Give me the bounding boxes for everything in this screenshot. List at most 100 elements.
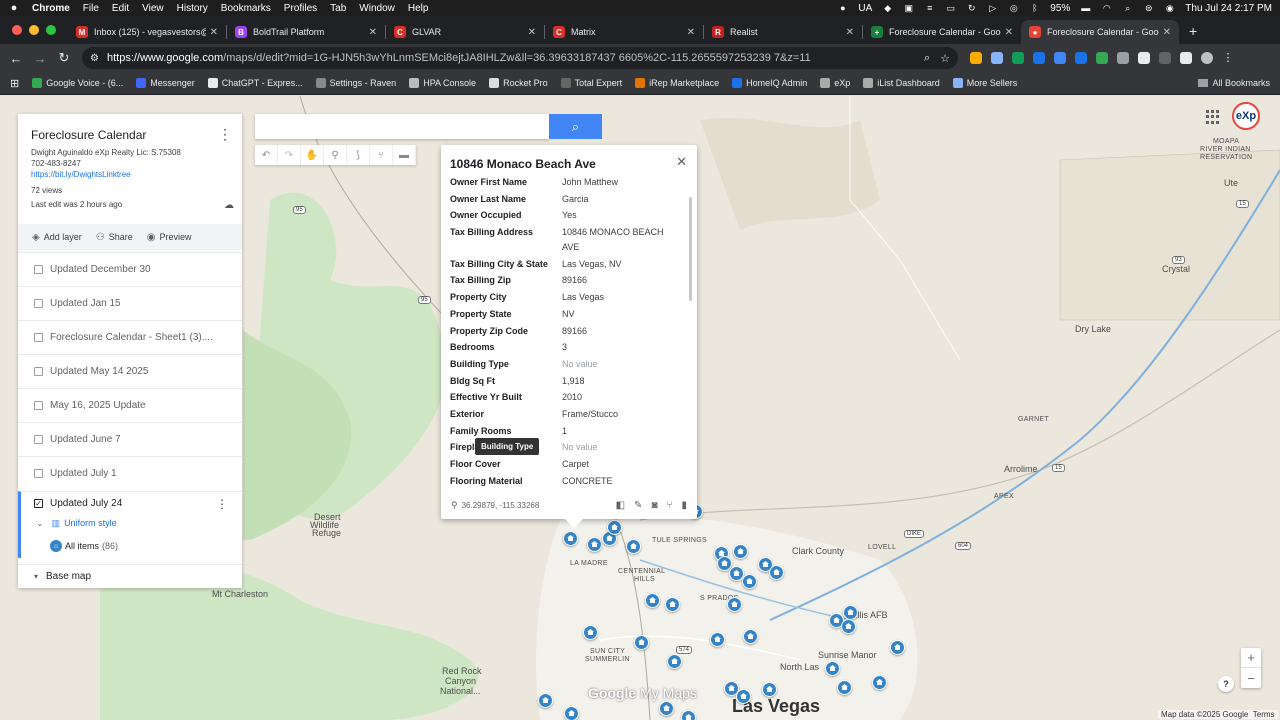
puzzle-icon[interactable] [1138,52,1150,64]
camera-icon[interactable]: ◙ [651,500,657,511]
property-marker-icon[interactable] [743,629,758,644]
zoom-window-button[interactable] [46,25,56,35]
popup-scrollbar[interactable] [689,197,692,301]
directions-icon[interactable]: ⑂ [370,145,393,165]
property-marker-icon[interactable] [825,661,840,676]
close-tab-icon[interactable]: ✕ [210,27,218,38]
site-info-icon[interactable]: ⚙ [90,53,99,64]
profile-avatar-icon[interactable] [1201,52,1213,64]
delete-icon[interactable]: ▮ [681,500,687,511]
extension-icon[interactable] [1012,52,1024,64]
preview-button[interactable]: ◉ Preview [147,232,192,243]
property-marker-icon[interactable] [645,593,660,608]
close-icon[interactable]: ✕ [676,154,687,170]
bookmark-item[interactable]: iRep Marketplace [635,78,719,88]
style-paint-icon[interactable]: ◧ [616,500,625,511]
extension-icon[interactable] [1096,52,1108,64]
more-options-icon[interactable]: ⋮ [218,126,232,143]
property-marker-icon[interactable] [733,544,748,559]
layer-item[interactable]: Updated July 1 [18,456,242,489]
extension-icon[interactable] [1075,52,1087,64]
property-marker-icon[interactable] [841,619,856,634]
browser-tab[interactable]: ● Foreclosure Calendar - Goog ✕ [1021,20,1179,44]
account-avatar[interactable]: eXp [1232,102,1260,130]
add-marker-icon[interactable]: ⚲ [324,145,347,165]
zoom-in-button[interactable]: + [1241,648,1261,668]
battery-icon[interactable]: ▬ [1080,3,1091,13]
search-icon[interactable]: ⌕ [1122,3,1133,13]
property-marker-icon[interactable] [872,675,887,690]
redo-icon[interactable]: ↷ [278,145,301,165]
property-marker-icon[interactable] [538,693,553,708]
wifi-icon[interactable]: ◠ [1101,3,1112,13]
layer-item[interactable]: May 16, 2025 Update [18,388,242,421]
layer-checkbox[interactable] [34,332,43,342]
bookmark-item[interactable]: ChatGPT - Expres... [207,78,303,88]
layer-item[interactable]: Updated May 14 2025 [18,354,242,387]
extension-icon[interactable] [991,52,1003,64]
layer-checkbox[interactable] [34,400,43,410]
map-search-input[interactable] [255,114,549,139]
browser-tab[interactable]: B BoldTrail Platform ✕ [227,20,385,44]
base-map-row[interactable]: ▾ Base map [18,564,242,588]
extension-icon[interactable] [970,52,982,64]
layer-checkbox[interactable] [34,264,43,274]
menu-profiles[interactable]: Profiles [284,3,317,14]
omnibox[interactable]: ⚙ https://www.google.com/maps/d/edit?mid… [82,47,958,69]
extension-icon[interactable] [1054,52,1066,64]
browser-tab[interactable]: + Foreclosure Calendar - Goog ✕ [863,20,1021,44]
close-tab-icon[interactable]: ✕ [1005,27,1013,38]
apple-icon[interactable]: ● [8,2,20,14]
bookmark-item[interactable]: HomeIQ Admin [732,78,807,88]
menu-file[interactable]: File [83,3,99,14]
control-center-icon[interactable]: ⊜ [1143,3,1154,13]
battery-percent[interactable]: 95% [1050,3,1070,14]
bookmark-item[interactable]: More Sellers [952,78,1017,88]
property-marker-icon[interactable] [727,597,742,612]
chevron-down-icon[interactable]: ▾ [34,572,38,581]
map-attribution[interactable]: Map data ©2025 Google Terms [1158,710,1278,719]
menu-tab[interactable]: Tab [330,3,346,14]
property-marker-icon[interactable] [659,701,674,716]
download-icon[interactable] [1180,52,1192,64]
close-tab-icon[interactable]: ✕ [687,27,695,38]
coordinates[interactable]: ⚲ 36.29879, -115.33268 [451,500,539,511]
shield-icon[interactable]: ◆ [882,3,893,13]
bookmark-item[interactable]: Total Expert [560,78,622,88]
property-marker-icon[interactable] [587,537,602,552]
menu-clock[interactable]: Thu Jul 24 2:17 PM [1185,3,1272,14]
chevron-down-icon[interactable]: ⌄ [36,518,44,529]
minimize-window-button[interactable] [29,25,39,35]
menu-window[interactable]: Window [359,3,395,14]
add-layer-button[interactable]: ◈ Add layer [32,232,82,243]
layer-options-icon[interactable]: ⋮ [216,497,228,511]
close-tab-icon[interactable]: ✕ [369,27,377,38]
all-items-row[interactable]: ⌂ All items (86) [18,534,242,558]
forward-arrow-icon[interactable]: → [30,48,50,68]
property-marker-icon[interactable] [736,689,751,704]
property-marker-icon[interactable] [607,520,622,535]
map-link[interactable]: https://bit.ly/DwightsLinktree [31,170,131,179]
kebab-menu-icon[interactable]: ⋮ [1222,52,1234,64]
property-marker-icon[interactable] [681,710,696,720]
sidepanel-icon[interactable] [1159,52,1171,64]
property-marker-icon[interactable] [742,574,757,589]
edit-pencil-icon[interactable]: ✎ [634,500,642,511]
google-apps-icon[interactable] [1206,110,1220,124]
stack-icon[interactable]: ≡ [924,3,935,13]
property-marker-icon[interactable] [583,625,598,640]
bluetooth-icon[interactable]: ᛒ [1029,3,1040,13]
bookmark-item[interactable]: iList Dashboard [863,78,940,88]
layer-checkbox[interactable] [34,298,43,308]
layer-checkbox[interactable] [34,468,43,478]
reload-icon[interactable]: ↻ [54,48,74,68]
property-marker-icon[interactable] [843,605,858,620]
menu-history[interactable]: History [177,3,208,14]
browser-tab[interactable]: C GLVAR ✕ [386,20,544,44]
url-text[interactable]: https://www.google.com/maps/d/edit?mid=1… [107,52,914,64]
property-marker-icon[interactable] [563,531,578,546]
property-marker-icon[interactable] [665,597,680,612]
layer-checkbox-checked[interactable]: ✓ [34,499,43,508]
property-marker-icon[interactable] [626,539,641,554]
hand-icon[interactable]: ✋ [301,145,324,165]
